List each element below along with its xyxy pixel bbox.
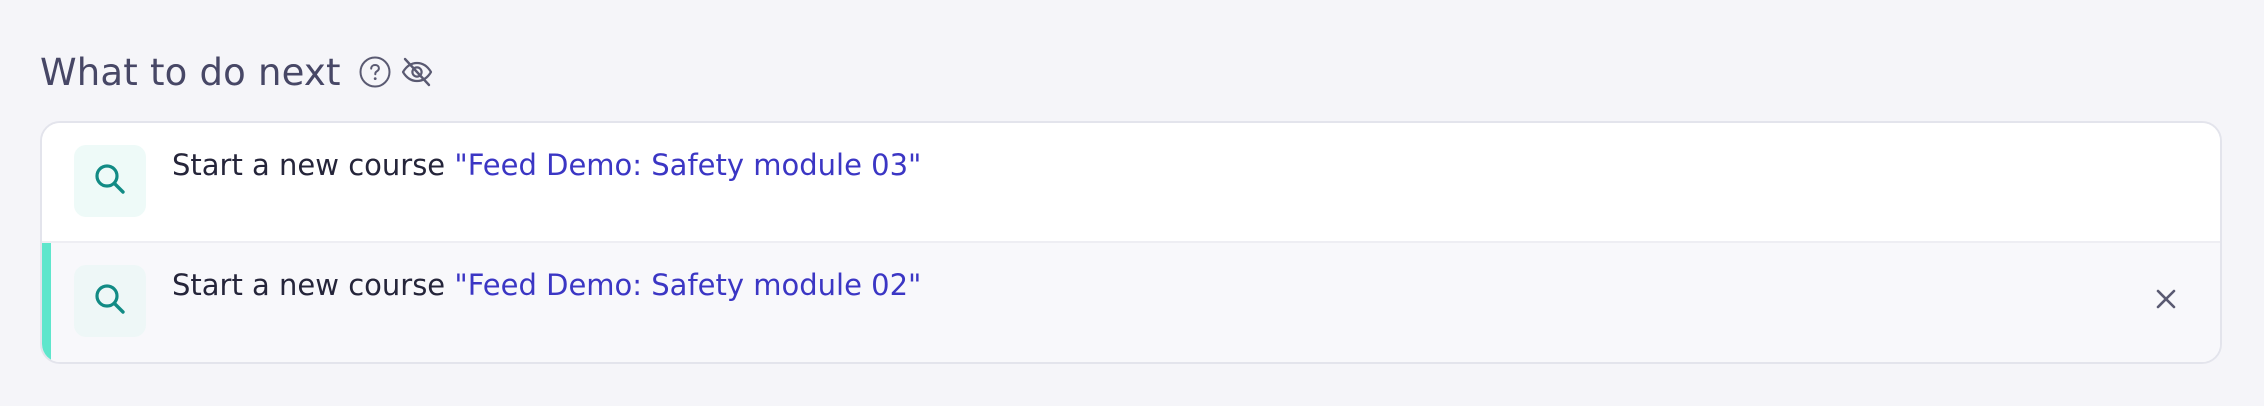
suggestion-text: Start a new course "Feed Demo: Safety mo… xyxy=(172,145,921,185)
suggestion-prefix: Start a new course xyxy=(172,148,446,182)
section-title: What to do next xyxy=(40,50,341,94)
suggestions-card: Start a new course "Feed Demo: Safety mo… xyxy=(40,121,2222,364)
suggestion-prefix: Start a new course xyxy=(172,268,446,302)
search-icon xyxy=(92,281,128,322)
close-icon xyxy=(2154,287,2178,316)
question-circle-icon[interactable] xyxy=(359,56,391,88)
eye-slash-icon[interactable] xyxy=(399,54,435,90)
suggestion-text: Start a new course "Feed Demo: Safety mo… xyxy=(172,265,921,305)
dismiss-button[interactable] xyxy=(2148,283,2184,319)
suggestion-icon-box xyxy=(74,265,146,337)
suggestion-item[interactable]: Start a new course "Feed Demo: Safety mo… xyxy=(42,123,2220,243)
suggestion-item-active[interactable]: Start a new course "Feed Demo: Safety mo… xyxy=(42,243,2220,362)
suggestion-icon-box xyxy=(74,145,146,217)
active-indicator xyxy=(42,243,51,362)
section-header: What to do next xyxy=(40,46,435,98)
course-link[interactable]: "Feed Demo: Safety module 02" xyxy=(454,268,921,302)
course-link[interactable]: "Feed Demo: Safety module 03" xyxy=(454,148,921,182)
what-to-do-next-panel: What to do next Start a new course "Feed… xyxy=(0,0,2264,406)
search-icon xyxy=(92,161,128,202)
